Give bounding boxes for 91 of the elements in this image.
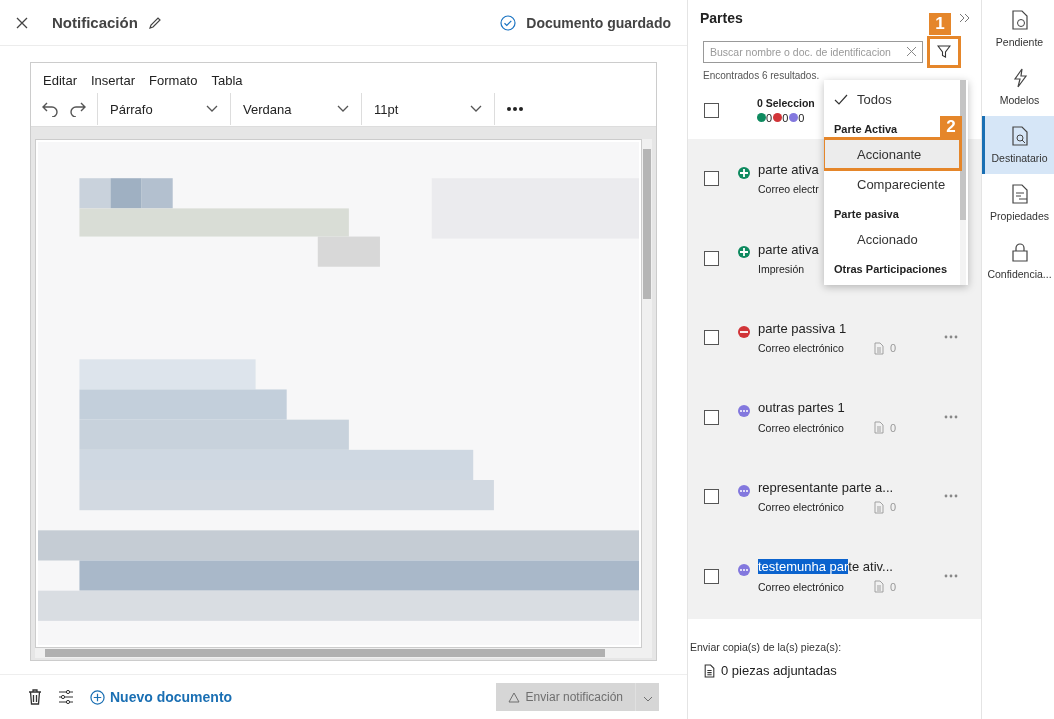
menu-item[interactable]: Tabla (211, 73, 243, 88)
document-count: 0 (890, 501, 897, 514)
caret-icon (642, 695, 653, 702)
menu-option[interactable]: Compareciente (824, 169, 960, 199)
party-name: parte ativa (758, 162, 819, 178)
new-document-link[interactable]: Nuevo documento (90, 689, 233, 705)
document-icon (1010, 184, 1029, 204)
party-name: outras partes 1 (758, 400, 846, 416)
document-count: 0 (890, 342, 897, 355)
document-count: 0 (890, 580, 897, 593)
delivery-channel: Correo electr (758, 183, 819, 196)
delivery-channel: Correo electrónico (758, 342, 845, 355)
vertical-scrollbar[interactable] (642, 139, 652, 648)
pencil-icon[interactable] (147, 15, 162, 30)
delivery-channel: Correo electrónico (758, 421, 845, 434)
checkbox[interactable] (704, 102, 719, 118)
party-type-icon (738, 564, 750, 577)
document-icon (704, 663, 715, 678)
step-badge: 2 (940, 116, 962, 138)
check-icon (834, 93, 848, 105)
save-status: Documento guardado (526, 14, 671, 31)
document-icon (874, 341, 884, 355)
document-icon (874, 500, 884, 514)
check-circle-icon (500, 14, 517, 31)
menu-item[interactable]: Insertar (90, 73, 136, 88)
type-count: 0 (766, 111, 773, 124)
plus-circle-icon (90, 689, 105, 705)
panel-title: Partes (700, 10, 743, 26)
filter-icon (937, 45, 951, 59)
attachments-count: 0 piezas adjuntadas (721, 663, 837, 678)
sliders-icon[interactable] (58, 690, 74, 704)
selection-count: 0 Seleccion (757, 96, 815, 109)
menu-option[interactable]: Accionado (824, 224, 960, 254)
document-icon (1010, 126, 1029, 146)
document-title: Notificación (52, 14, 138, 31)
warning-icon (507, 691, 520, 703)
type-count: 0 (798, 111, 805, 124)
rail-tab[interactable]: Propiedades (982, 174, 1054, 232)
party-type-icon (738, 166, 750, 179)
checkbox[interactable] (704, 171, 719, 187)
clear-icon[interactable] (906, 46, 917, 57)
party-type-icon (738, 484, 750, 497)
redo-icon[interactable] (69, 101, 87, 117)
menu-item[interactable]: Formato (149, 73, 198, 88)
document-count: 0 (890, 421, 897, 434)
filter-button[interactable] (929, 38, 959, 66)
menu-group-header: Parte Activa (833, 122, 899, 137)
party-type-icon (738, 405, 750, 418)
chevron-down-icon (470, 105, 482, 113)
document-icon (874, 580, 884, 594)
party-name: parte ativa (758, 241, 819, 257)
checkbox[interactable] (704, 568, 719, 584)
menu-group-header: Parte pasiva (833, 207, 900, 222)
paragraph-dropdown[interactable]: Párrafo (108, 101, 220, 117)
close-icon[interactable] (16, 16, 28, 29)
horizontal-scrollbar[interactable] (35, 648, 652, 658)
chevron-down-icon (206, 105, 218, 113)
search-field[interactable]: Buscar nombre o doc. de identificacion (703, 41, 923, 63)
checkbox[interactable] (704, 330, 719, 346)
size-dropdown[interactable]: 11pt (372, 101, 484, 117)
collapse-icon[interactable] (959, 13, 971, 23)
document-icon (1010, 10, 1029, 30)
party-type-icon (738, 325, 750, 338)
menu-option[interactable]: Todos (824, 84, 960, 114)
menu-option[interactable]: Accionante (824, 139, 960, 169)
more-icon[interactable] (507, 107, 523, 111)
delivery-channel: Correo electrónico (758, 501, 845, 514)
checkbox[interactable] (704, 489, 719, 505)
rail-tab[interactable]: Pendiente (982, 0, 1054, 58)
lock-icon (1010, 242, 1029, 262)
delivery-channel: Correo electrónico (758, 580, 845, 593)
step-badge: 1 (929, 13, 951, 35)
checkbox[interactable] (704, 250, 719, 266)
party-type-icon (738, 246, 750, 259)
rail-tab[interactable]: Destinatario (982, 116, 1054, 174)
delivery-channel: Impresión (758, 262, 805, 275)
type-count: 0 (782, 111, 789, 124)
copies-label: Enviar copia(s) de la(s) pieza(s): (689, 640, 843, 653)
rail-tab[interactable]: Confidencia... (982, 232, 1054, 290)
undo-icon[interactable] (41, 101, 59, 117)
menu-group-header: Otras Participaciones (833, 262, 949, 277)
party-name: representante parte a... (758, 479, 895, 495)
font-dropdown[interactable]: Verdana (241, 101, 351, 117)
results-count: Encontrados 6 resultados. (702, 69, 821, 81)
menu-item[interactable]: Editar (43, 73, 77, 88)
chevron-down-icon (337, 105, 349, 113)
trash-icon[interactable] (28, 689, 42, 705)
party-name: parte passiva 1 (758, 320, 848, 336)
document-icon (874, 421, 884, 435)
checkbox[interactable] (704, 409, 719, 425)
rail-tab[interactable]: Modelos (982, 58, 1054, 116)
